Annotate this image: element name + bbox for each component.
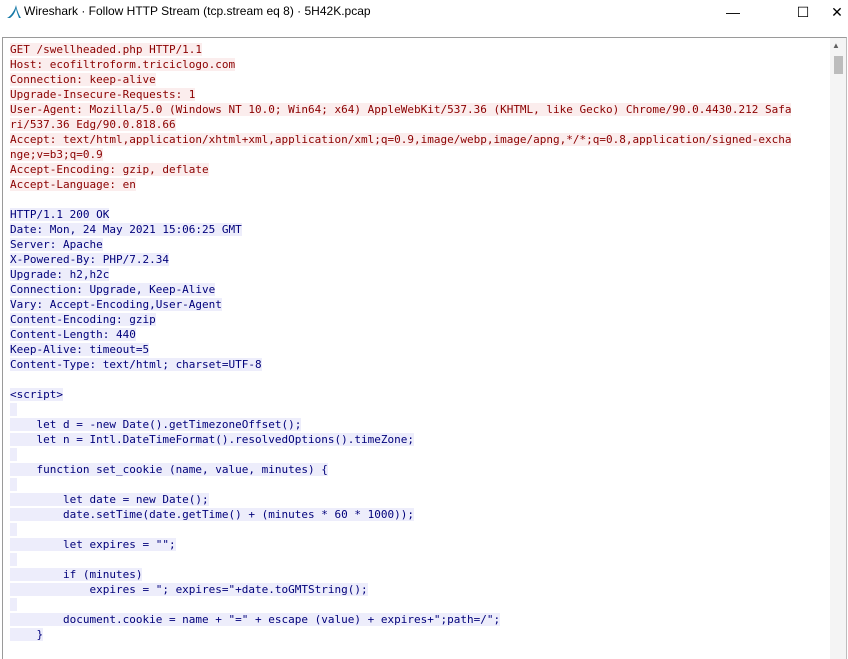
scrollbar-thumb[interactable] bbox=[834, 56, 843, 74]
stream-text[interactable]: GET /swellheaded.php HTTP/1.1 Host: ecofi… bbox=[10, 42, 830, 642]
request-line: Upgrade-Insecure-Requests: 1 bbox=[10, 87, 830, 102]
stream-line-text: let d = -new Date().getTimezoneOffset(); bbox=[10, 418, 302, 431]
response-line: Content-Length: 440 bbox=[10, 327, 830, 342]
scroll-up-arrow-icon[interactable]: ▲ bbox=[832, 41, 840, 50]
stream-line-text bbox=[10, 523, 17, 536]
stream-line-text: date.setTime(date.getTime() + (minutes *… bbox=[10, 508, 414, 521]
stream-line-text: expires = "; expires="+date.toGMTString(… bbox=[10, 583, 368, 596]
response-line: expires = "; expires="+date.toGMTString(… bbox=[10, 582, 830, 597]
response-line bbox=[10, 447, 830, 462]
response-line: let date = new Date(); bbox=[10, 492, 830, 507]
request-line: GET /swellheaded.php HTTP/1.1 bbox=[10, 42, 830, 57]
request-line: Host: ecofiltroform.triciclogo.com bbox=[10, 57, 830, 72]
request-line: Connection: keep-alive bbox=[10, 72, 830, 87]
stream-line-text: Date: Mon, 24 May 2021 15:06:25 GMT bbox=[10, 223, 242, 236]
close-button[interactable]: ✕ bbox=[826, 0, 848, 24]
request-line: Accept: text/html,application/xhtml+xml,… bbox=[10, 132, 830, 147]
wireshark-fin-icon bbox=[7, 5, 21, 18]
stream-line-text: let date = new Date(); bbox=[10, 493, 209, 506]
stream-line-text: let expires = ""; bbox=[10, 538, 176, 551]
request-line: User-Agent: Mozilla/5.0 (Windows NT 10.0… bbox=[10, 102, 830, 117]
response-line bbox=[10, 522, 830, 537]
stream-line-text: let n = Intl.DateTimeFormat().resolvedOp… bbox=[10, 433, 414, 446]
response-line: document.cookie = name + "=" + escape (v… bbox=[10, 612, 830, 627]
response-line: } bbox=[10, 627, 830, 642]
minimize-button[interactable]: — bbox=[710, 0, 756, 24]
stream-line-text: Content-Type: text/html; charset=UTF-8 bbox=[10, 358, 262, 371]
response-line: X-Powered-By: PHP/7.2.34 bbox=[10, 252, 830, 267]
stream-line-text: Keep-Alive: timeout=5 bbox=[10, 343, 150, 356]
response-line bbox=[10, 477, 830, 492]
stream-line-text: Upgrade: h2,h2c bbox=[10, 268, 110, 281]
window-title: Wireshark · Follow HTTP Stream (tcp.stre… bbox=[24, 4, 371, 18]
response-line: Keep-Alive: timeout=5 bbox=[10, 342, 830, 357]
stream-line-text: Server: Apache bbox=[10, 238, 103, 251]
response-line: Connection: Upgrade, Keep-Alive bbox=[10, 282, 830, 297]
response-line: Server: Apache bbox=[10, 237, 830, 252]
response-line: Content-Type: text/html; charset=UTF-8 bbox=[10, 357, 830, 372]
response-line: <script> bbox=[10, 387, 830, 402]
stream-line-text bbox=[10, 553, 17, 566]
stream-line-text: function set_cookie (name, value, minute… bbox=[10, 463, 328, 476]
response-line: let d = -new Date().getTimezoneOffset(); bbox=[10, 417, 830, 432]
stream-line-text: X-Powered-By: PHP/7.2.34 bbox=[10, 253, 169, 266]
vertical-scrollbar[interactable] bbox=[830, 38, 846, 659]
stream-line-text: nge;v=b3;q=0.9 bbox=[10, 148, 103, 161]
stream-line-text: GET /swellheaded.php HTTP/1.1 bbox=[10, 43, 203, 56]
response-line: function set_cookie (name, value, minute… bbox=[10, 462, 830, 477]
stream-line-text: if (minutes) bbox=[10, 568, 143, 581]
stream-line-text: Content-Length: 440 bbox=[10, 328, 136, 341]
stream-line-text: Accept: text/html,application/xhtml+xml,… bbox=[10, 133, 792, 146]
stream-line-text: ri/537.36 Edg/90.0.818.66 bbox=[10, 118, 176, 131]
stream-line-text: Accept-Language: en bbox=[10, 178, 136, 191]
response-line: let n = Intl.DateTimeFormat().resolvedOp… bbox=[10, 432, 830, 447]
response-line: HTTP/1.1 200 OK bbox=[10, 207, 830, 222]
stream-line-text: Connection: Upgrade, Keep-Alive bbox=[10, 283, 216, 296]
stream-line-text: Upgrade-Insecure-Requests: 1 bbox=[10, 88, 196, 101]
request-line: ri/537.36 Edg/90.0.818.66 bbox=[10, 117, 830, 132]
maximize-button[interactable]: ☐ bbox=[780, 0, 826, 24]
stream-line-text bbox=[10, 448, 17, 461]
response-line: Vary: Accept-Encoding,User-Agent bbox=[10, 297, 830, 312]
response-line bbox=[10, 402, 830, 417]
stream-line-text: Content-Encoding: gzip bbox=[10, 313, 156, 326]
response-line: Date: Mon, 24 May 2021 15:06:25 GMT bbox=[10, 222, 830, 237]
request-line: nge;v=b3;q=0.9 bbox=[10, 147, 830, 162]
response-line: Content-Encoding: gzip bbox=[10, 312, 830, 327]
response-line: let expires = ""; bbox=[10, 537, 830, 552]
response-line: Upgrade: h2,h2c bbox=[10, 267, 830, 282]
stream-line-text bbox=[10, 403, 17, 416]
title-bar: Wireshark · Follow HTTP Stream (tcp.stre… bbox=[0, 0, 848, 24]
stream-view[interactable]: GET /swellheaded.php HTTP/1.1 Host: ecofi… bbox=[2, 37, 847, 659]
stream-line-text: User-Agent: Mozilla/5.0 (Windows NT 10.0… bbox=[10, 103, 792, 116]
stream-line-text: Connection: keep-alive bbox=[10, 73, 156, 86]
response-line bbox=[10, 597, 830, 612]
stream-line-text: <script> bbox=[10, 388, 63, 401]
stream-line-text bbox=[10, 598, 17, 611]
stream-line-text: Vary: Accept-Encoding,User-Agent bbox=[10, 298, 222, 311]
stream-line-text: Host: ecofiltroform.triciclogo.com bbox=[10, 58, 236, 71]
request-line: Accept-Encoding: gzip, deflate bbox=[10, 162, 830, 177]
stream-line-text bbox=[10, 478, 17, 491]
response-line bbox=[10, 552, 830, 567]
response-line: if (minutes) bbox=[10, 567, 830, 582]
stream-line-text: } bbox=[10, 628, 44, 641]
stream-line-text: Accept-Encoding: gzip, deflate bbox=[10, 163, 209, 176]
stream-line-text: HTTP/1.1 200 OK bbox=[10, 208, 110, 221]
stream-line-text: document.cookie = name + "=" + escape (v… bbox=[10, 613, 501, 626]
request-line: Accept-Language: en bbox=[10, 177, 830, 192]
response-line: date.setTime(date.getTime() + (minutes *… bbox=[10, 507, 830, 522]
